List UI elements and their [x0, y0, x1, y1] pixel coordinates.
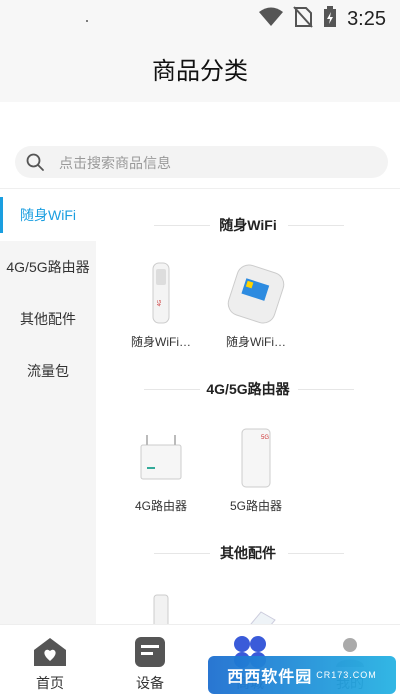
section-line	[298, 389, 354, 390]
product-image	[211, 587, 301, 625]
section-line	[144, 389, 200, 390]
status-bar: 3:25	[0, 0, 400, 36]
section-title-text: 其他配件	[220, 545, 276, 561]
watermark-sub: CR173.COM	[316, 670, 377, 680]
nav-label: 首页	[36, 675, 64, 691]
section-title: 4G/5G路由器	[96, 379, 400, 399]
section-title: 其他配件	[96, 543, 400, 563]
sidebar-item-router[interactable]: 4G/5G路由器	[0, 241, 96, 293]
svg-text:5G: 5G	[261, 435, 269, 441]
sidebar-item-label: 流量包	[27, 363, 69, 379]
section-line	[288, 225, 344, 226]
section-line	[154, 225, 210, 226]
category-sidebar: 随身WiFi 4G/5G路由器 其他配件 流量包	[0, 189, 96, 625]
sidebar-item-portable-wifi[interactable]: 随身WiFi	[0, 189, 96, 241]
page-title: 商品分类	[152, 58, 248, 85]
product-item[interactable]	[116, 587, 206, 625]
nav-home[interactable]: 首页	[0, 625, 100, 700]
device-icon	[100, 633, 200, 671]
section-line	[288, 553, 344, 554]
sidebar-item-data-plan[interactable]: 流量包	[0, 345, 96, 397]
page-header: 商品分类	[0, 36, 400, 102]
status-time: 3:25	[347, 8, 386, 30]
svg-text:4G: 4G	[157, 300, 163, 307]
product-image: 5G	[211, 423, 301, 491]
product-content: 随身WiFi 4G 随身WiFi… 随身WiFi… 4G/5G路由器 4G路由器…	[96, 189, 400, 625]
watermark-logo: 西西软件园 CR173.COM	[208, 656, 396, 694]
product-name: 5G路由器	[229, 499, 282, 513]
product-image	[116, 587, 206, 625]
product-name: 4G路由器	[134, 499, 187, 513]
status-dot	[86, 20, 88, 22]
watermark-text: 西西软件园	[227, 669, 313, 686]
section-title-text: 4G/5G路由器	[206, 381, 290, 397]
bottom-nav: 首页 设备 商城 我的 西西软件园 CR173.COM	[0, 624, 400, 700]
product-image	[116, 423, 206, 491]
no-sim-icon	[293, 6, 313, 33]
product-name: 随身WiFi…	[131, 335, 191, 349]
section-title-text: 随身WiFi	[219, 217, 277, 233]
product-image	[211, 259, 301, 327]
product-item[interactable]: 4G路由器	[116, 423, 206, 514]
section-title: 随身WiFi	[96, 215, 400, 235]
search-icon	[25, 152, 45, 177]
wifi-icon	[259, 7, 284, 32]
product-item[interactable]: 5G 5G路由器	[211, 423, 301, 514]
battery-charging-icon	[323, 6, 337, 33]
search-bar[interactable]	[15, 146, 388, 180]
product-item[interactable]	[211, 587, 301, 625]
product-image: 4G	[116, 259, 206, 327]
product-item[interactable]: 随身WiFi…	[211, 259, 301, 350]
sidebar-item-label: 其他配件	[20, 311, 76, 327]
product-name: 随身WiFi…	[226, 335, 286, 349]
sidebar-item-label: 随身WiFi	[20, 207, 76, 223]
nav-device[interactable]: 设备	[100, 625, 200, 700]
search-input[interactable]	[57, 146, 381, 180]
sidebar-item-label: 4G/5G路由器	[6, 259, 90, 275]
product-item[interactable]: 4G 随身WiFi…	[116, 259, 206, 350]
nav-label: 设备	[136, 675, 164, 691]
home-icon	[0, 633, 100, 671]
sidebar-item-accessories[interactable]: 其他配件	[0, 293, 96, 345]
section-line	[154, 553, 210, 554]
